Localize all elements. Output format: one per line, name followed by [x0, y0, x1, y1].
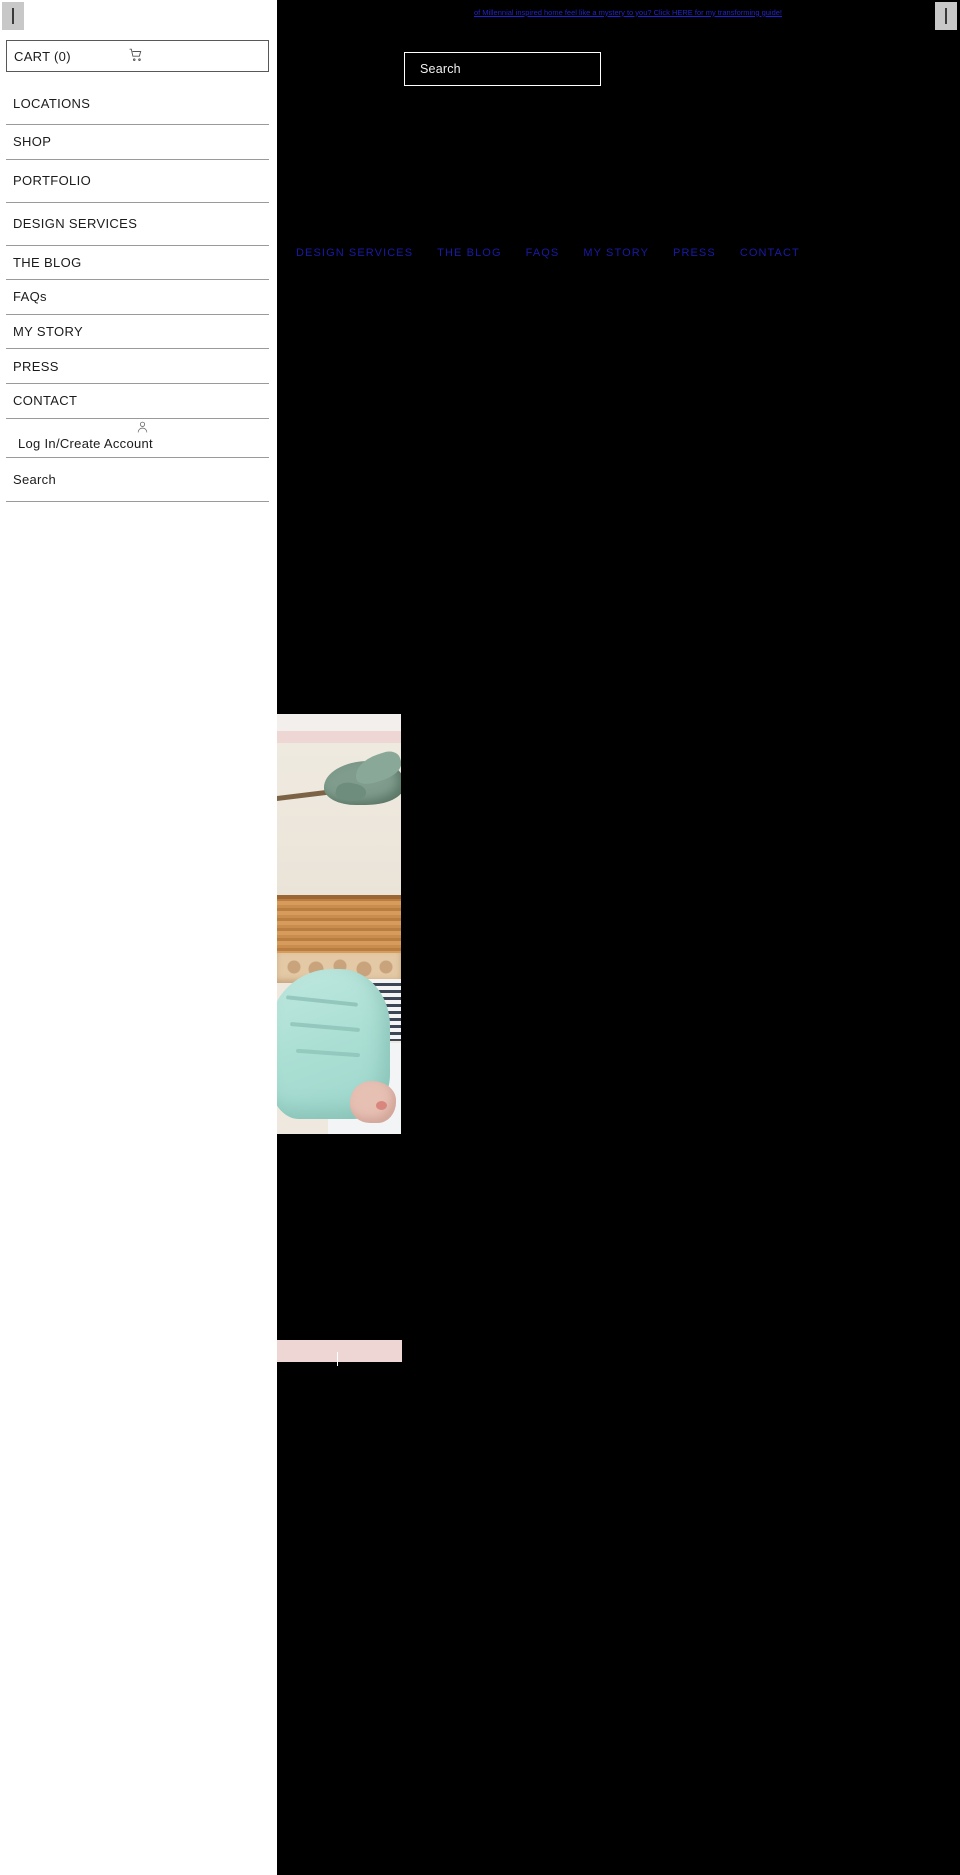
menu-item-my-story[interactable]: MY STORY: [6, 315, 269, 350]
nav-link-faqs[interactable]: FAQS: [526, 247, 560, 259]
top-navigation: DESIGN SERVICES THE BLOG FAQS MY STORY P…: [276, 245, 960, 261]
menu-item-shop[interactable]: SHOP: [6, 125, 269, 160]
resize-handle-right[interactable]: [935, 2, 957, 30]
menu-item-the-blog[interactable]: THE BLOG: [6, 246, 269, 281]
drawer-search-item[interactable]: Search: [6, 458, 269, 502]
announcement-bar: of Millennial inspired home feel like a …: [276, 0, 960, 25]
hero-top-padding: [276, 714, 401, 731]
menu-item-press[interactable]: PRESS: [6, 349, 269, 384]
page-root: of Millennial inspired home feel like a …: [0, 0, 960, 1875]
photo-fingernail: [376, 1101, 387, 1110]
user-icon: [136, 420, 149, 434]
menu-item-label: CONTACT: [13, 393, 78, 409]
menu-item-design-services[interactable]: DESIGN SERVICES: [6, 203, 269, 246]
handle-grip-icon: [945, 8, 947, 24]
menu-item-locations[interactable]: LOCATIONS: [6, 82, 269, 125]
nav-link-the-blog[interactable]: THE BLOG: [437, 247, 501, 259]
hero-photo: [276, 743, 401, 1134]
menu-item-label: PRESS: [13, 358, 59, 374]
nav-link-press[interactable]: PRESS: [673, 247, 716, 259]
shopping-cart-icon: [129, 48, 143, 62]
search-input-label: Search: [420, 62, 461, 76]
hero-pink-strip: [276, 731, 401, 743]
menu-item-portfolio[interactable]: PORTFOLIO: [6, 160, 269, 203]
menu-item-label: FAQs: [13, 289, 47, 305]
menu-item-label: SHOP: [13, 134, 52, 150]
nav-link-contact[interactable]: CONTACT: [740, 247, 800, 259]
photo-wood-headboard: [276, 895, 401, 957]
resize-handle-left[interactable]: [2, 2, 24, 30]
account-button[interactable]: Log In/Create Account: [6, 411, 269, 458]
account-label: Log In/Create Account: [18, 436, 153, 451]
hero-bottom-band: [276, 1340, 402, 1362]
menu-list: LOCATIONS SHOP PORTFOLIO DESIGN SERVICES…: [6, 82, 269, 419]
handle-grip-icon: [12, 8, 14, 24]
menu-item-label: THE BLOG: [13, 254, 82, 270]
slideout-menu: CART (0) LOCATIONS SHOP PORTFOLIO DESIGN…: [0, 0, 277, 1875]
search-input[interactable]: Search: [404, 52, 601, 86]
menu-item-faqs[interactable]: FAQs: [6, 280, 269, 315]
nav-link-design-services[interactable]: DESIGN SERVICES: [296, 247, 413, 259]
photo-hand: [350, 1081, 396, 1123]
menu-item-label: MY STORY: [13, 324, 83, 340]
menu-item-label: DESIGN SERVICES: [13, 216, 138, 232]
menu-item-label: LOCATIONS: [13, 95, 91, 111]
cart-button[interactable]: CART (0): [6, 40, 269, 72]
photo-wood-edge: [276, 895, 401, 899]
menu-item-label: PORTFOLIO: [13, 173, 92, 189]
nav-link-my-story[interactable]: MY STORY: [583, 247, 649, 259]
text-caret: [337, 1352, 338, 1366]
hero-image: [276, 714, 401, 1134]
announcement-link[interactable]: of Millennial inspired home feel like a …: [474, 9, 782, 17]
drawer-search-label: Search: [13, 472, 56, 487]
cart-label: CART (0): [14, 48, 71, 64]
